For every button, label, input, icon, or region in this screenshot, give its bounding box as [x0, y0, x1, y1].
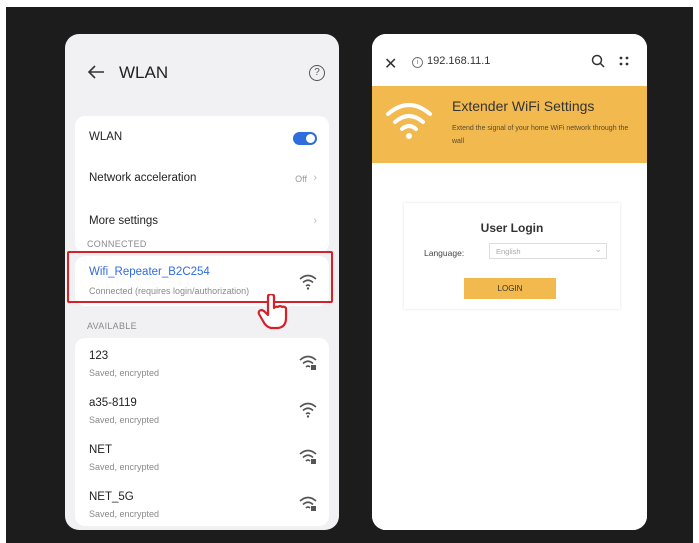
network-acceleration-label: Network acceleration [89, 172, 197, 184]
chevron-right-icon: › [313, 215, 317, 227]
wifi-lock-icon [299, 496, 317, 511]
wifi-logo-icon [386, 103, 432, 139]
network-status: Saved, encrypted [89, 462, 160, 472]
highlight-box [67, 251, 333, 303]
more-settings-label: More settings [89, 215, 159, 227]
language-label: Language: [424, 248, 465, 258]
browser-screen: ✕ i 192.168.11.1 Extender WiFi Settings … [372, 34, 647, 530]
network-acceleration-row[interactable]: Network acceleration Off › [75, 161, 329, 201]
wlan-toggle-label: WLAN [89, 131, 123, 143]
grid-menu-icon[interactable] [619, 56, 629, 66]
network-name: a35-8119 [89, 397, 137, 409]
network-status: Saved, encrypted [89, 509, 160, 519]
info-icon[interactable]: i [412, 57, 423, 68]
page-title: WLAN [119, 63, 169, 82]
wlan-header: WLAN ? [65, 34, 339, 114]
login-card: User Login Language: English LOGIN [404, 203, 620, 309]
close-icon[interactable]: ✕ [384, 54, 397, 74]
available-networks-card: 123 Saved, encrypted a35-8119 Saved, enc… [75, 338, 329, 526]
network-name: NET_5G [89, 491, 134, 503]
connected-section-header: CONNECTED [87, 239, 147, 249]
network-list-item[interactable]: 123 Saved, encrypted [75, 338, 329, 385]
network-name: NET [89, 444, 112, 456]
pointing-hand-icon [257, 294, 288, 330]
banner-description: Extend the signal of your home WiFi netw… [452, 125, 629, 145]
language-select[interactable]: English [489, 241, 607, 259]
wifi-lock-icon [299, 355, 317, 370]
network-status: Saved, encrypted [89, 368, 160, 378]
network-list-item[interactable]: NET_5G Saved, encrypted [75, 479, 329, 526]
network-list-item[interactable]: a35-8119 Saved, encrypted [75, 385, 329, 432]
wifi-signal-icon [299, 402, 317, 418]
login-title: User Login [480, 221, 544, 235]
wifi-lock-icon [299, 449, 317, 464]
chevron-right-icon: › [313, 172, 317, 184]
page-bottom [372, 466, 647, 530]
url-text[interactable]: 192.168.11.1 [427, 55, 490, 67]
help-icon[interactable]: ? [309, 65, 325, 81]
network-name: 123 [89, 350, 109, 362]
wlan-toggle-switch[interactable] [293, 132, 317, 145]
extender-banner: Extender WiFi Settings Extend the signal… [372, 86, 647, 163]
browser-address-bar: ✕ i 192.168.11.1 [372, 34, 647, 86]
network-list-item[interactable]: NET Saved, encrypted [75, 432, 329, 479]
wlan-toggle-row[interactable]: WLAN [75, 116, 329, 161]
banner-title: Extender WiFi Settings [452, 98, 595, 114]
login-button[interactable]: LOGIN [464, 278, 556, 299]
login-area: User Login Language: English LOGIN [372, 163, 647, 466]
network-status: Saved, encrypted [89, 415, 160, 425]
search-icon[interactable] [591, 54, 605, 68]
available-section-header: AVAILABLE [87, 321, 137, 331]
network-acceleration-value: Off [295, 174, 307, 184]
back-arrow-icon[interactable] [87, 64, 105, 80]
wlan-settings-card: WLAN Network acceleration Off › More set… [75, 116, 329, 253]
